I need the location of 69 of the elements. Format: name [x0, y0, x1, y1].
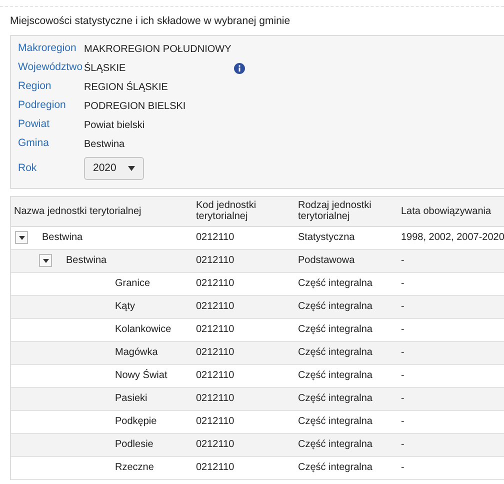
- table-cell-text: -: [400, 346, 406, 360]
- table-cell-text: Część integralna: [297, 346, 374, 360]
- table-cell-text: Część integralna: [297, 392, 374, 406]
- field-label: Rok: [18, 160, 38, 176]
- table-cell-text: -: [400, 323, 406, 338]
- expand-toggle[interactable]: [39, 254, 52, 268]
- table-cell-text: Rzeczne: [115, 461, 154, 476]
- table-cell-text: Podstawowa: [297, 254, 356, 268]
- table-cell-text: 0212110: [195, 392, 236, 406]
- table-cell-text: 0212110: [195, 346, 236, 360]
- table-cell-text: Podlesie: [115, 438, 154, 452]
- table-cell-text: -: [400, 254, 406, 268]
- table-cell-text: -: [400, 300, 406, 314]
- year-dropdown[interactable]: 2020: [84, 157, 144, 180]
- field-label: Powiat: [18, 117, 51, 132]
- table-cell-text: Część integralna: [297, 323, 374, 338]
- table-cell-text: Część integralna: [297, 369, 374, 384]
- field-value: Powiat bielski: [84, 118, 146, 133]
- table-cell-text: Statystyczna: [297, 231, 356, 246]
- info-icon[interactable]: [234, 62, 245, 74]
- table-cell-text: 0212110: [195, 300, 236, 314]
- table-cell: Nowy Świat: [115, 368, 168, 384]
- table-cell-text: Część integralna: [297, 300, 374, 314]
- column-header: Nazwa jednostki terytorialnej: [13, 206, 142, 217]
- table-cell-text: Bestwina: [42, 231, 83, 246]
- table-cell-text: -: [400, 461, 406, 476]
- table-cell-text: 0212110: [195, 438, 236, 452]
- table-cell-text: Podkępie: [115, 415, 157, 430]
- table-cell-text: -: [400, 277, 406, 292]
- section-title: Miejscowości statystyczne i ich składowe w wybranej gminie: [10, 15, 290, 27]
- table-cell-text: Bestwina: [66, 254, 107, 268]
- table-cell-text: 0212110: [195, 231, 236, 246]
- table-cell-text: Część integralna: [297, 277, 374, 292]
- table-cell-text: Granice: [115, 277, 150, 292]
- table-cell-text: -: [400, 369, 406, 384]
- caret-icon: [18, 236, 24, 240]
- column-header: Rodzaj jednostki terytorialnej: [297, 200, 372, 222]
- column-header: Kod jednostki terytorialnej: [195, 200, 258, 222]
- table-cell-text: Część integralna: [297, 415, 374, 430]
- table-cell-text: Magówka: [115, 346, 158, 360]
- table-cell-text: 0212110: [195, 277, 236, 292]
- field-value: REGION ŚLĄSKIE: [84, 80, 169, 95]
- field-value: Bestwina: [84, 138, 126, 152]
- table-cell-text: Część integralna: [297, 438, 374, 452]
- table-cell-text: Część integralna: [297, 461, 374, 476]
- caret-icon: [128, 166, 136, 172]
- column-header: Lata obowiązywania: [400, 206, 492, 217]
- table-cell-text: Kolankowice: [115, 323, 172, 338]
- field-label: Podregion: [18, 98, 67, 114]
- table-cell-text: -: [400, 415, 406, 430]
- field-value: PODREGION BIELSKI: [84, 100, 187, 114]
- field-label: Makroregion: [18, 41, 78, 56]
- table-cell-text: 0212110: [195, 461, 236, 476]
- table-cell-text: 0212110: [195, 369, 236, 384]
- table-cell-text: -: [400, 438, 406, 452]
- table-cell-text: 0212110: [195, 323, 236, 338]
- caret-icon: [42, 258, 48, 263]
- table-cell-text: 0212110: [195, 415, 236, 430]
- table-cell-text: -: [400, 392, 406, 406]
- table-cell-text: 1998, 2002, 2007-2020: [400, 231, 504, 246]
- field-value: ŚLĄSKIE: [84, 61, 127, 76]
- table-cell-text: Pasieki: [115, 392, 148, 406]
- field-value: MAKROREGION POŁUDNIOWY: [84, 42, 232, 57]
- field-label: Gmina: [18, 136, 50, 152]
- table-cell-text: 0212110: [195, 254, 236, 268]
- field-label: Region: [18, 79, 52, 94]
- field-label: Województwo: [18, 60, 84, 76]
- expand-toggle[interactable]: [15, 231, 28, 244]
- table-cell-text: Kąty: [115, 300, 136, 314]
